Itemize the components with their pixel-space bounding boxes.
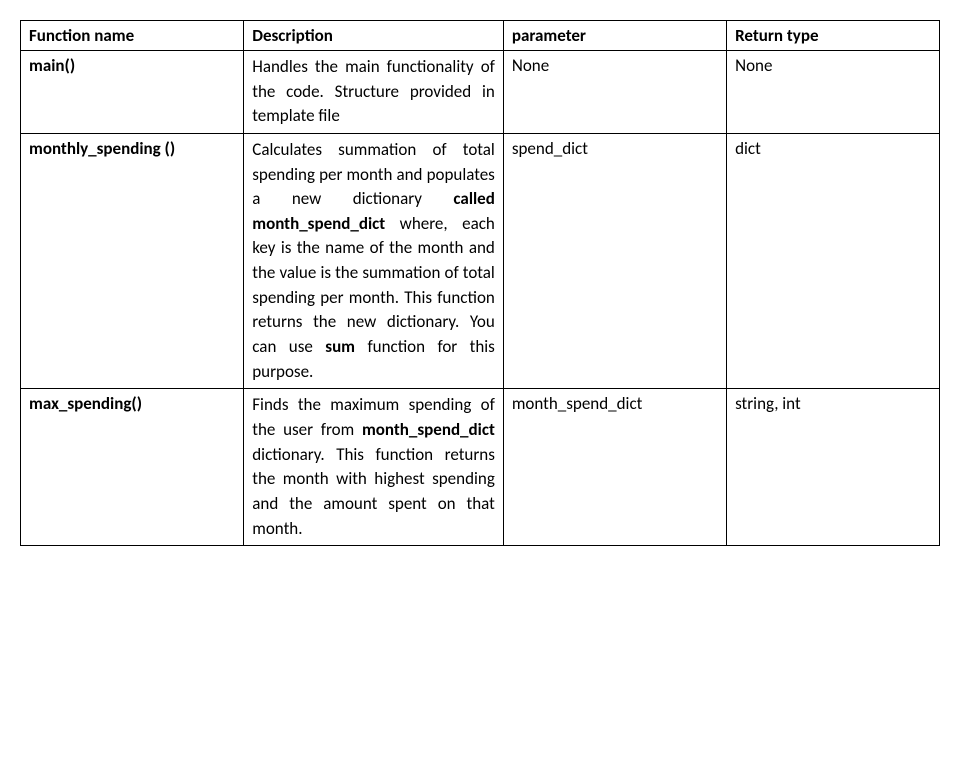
cell-function-name: monthly_spending () (21, 133, 244, 388)
header-parameter: parameter (503, 21, 726, 51)
cell-parameter: None (503, 51, 726, 134)
cell-function-name: max_spending() (21, 389, 244, 546)
header-function-name: Function name (21, 21, 244, 51)
cell-return: string, int (727, 389, 940, 546)
table-row: max_spending() Finds the maximum spendin… (21, 389, 940, 546)
desc-bold: sum (325, 336, 355, 357)
cell-description: Finds the maximum spending of the user f… (244, 389, 504, 546)
desc-text: dictionary. This function returns the mo… (252, 444, 495, 539)
cell-function-name: main() (21, 51, 244, 134)
function-spec-table: Function name Description parameter Retu… (20, 20, 940, 546)
cell-description: Handles the main functionality of the co… (244, 51, 504, 134)
desc-text: Handles the main functionality of the co… (252, 56, 495, 126)
table-row: monthly_spending () Calculates summation… (21, 133, 940, 388)
header-description: Description (244, 21, 504, 51)
cell-parameter: month_spend_dict (503, 389, 726, 546)
cell-return: dict (727, 133, 940, 388)
cell-parameter: spend_dict (503, 133, 726, 388)
table-row: main() Handles the main functionality of… (21, 51, 940, 134)
desc-bold: month_spend_dict (362, 419, 495, 440)
cell-return: None (727, 51, 940, 134)
header-return-type: Return type (727, 21, 940, 51)
cell-description: Calculates summation of total spending p… (244, 133, 504, 388)
table-header-row: Function name Description parameter Retu… (21, 21, 940, 51)
